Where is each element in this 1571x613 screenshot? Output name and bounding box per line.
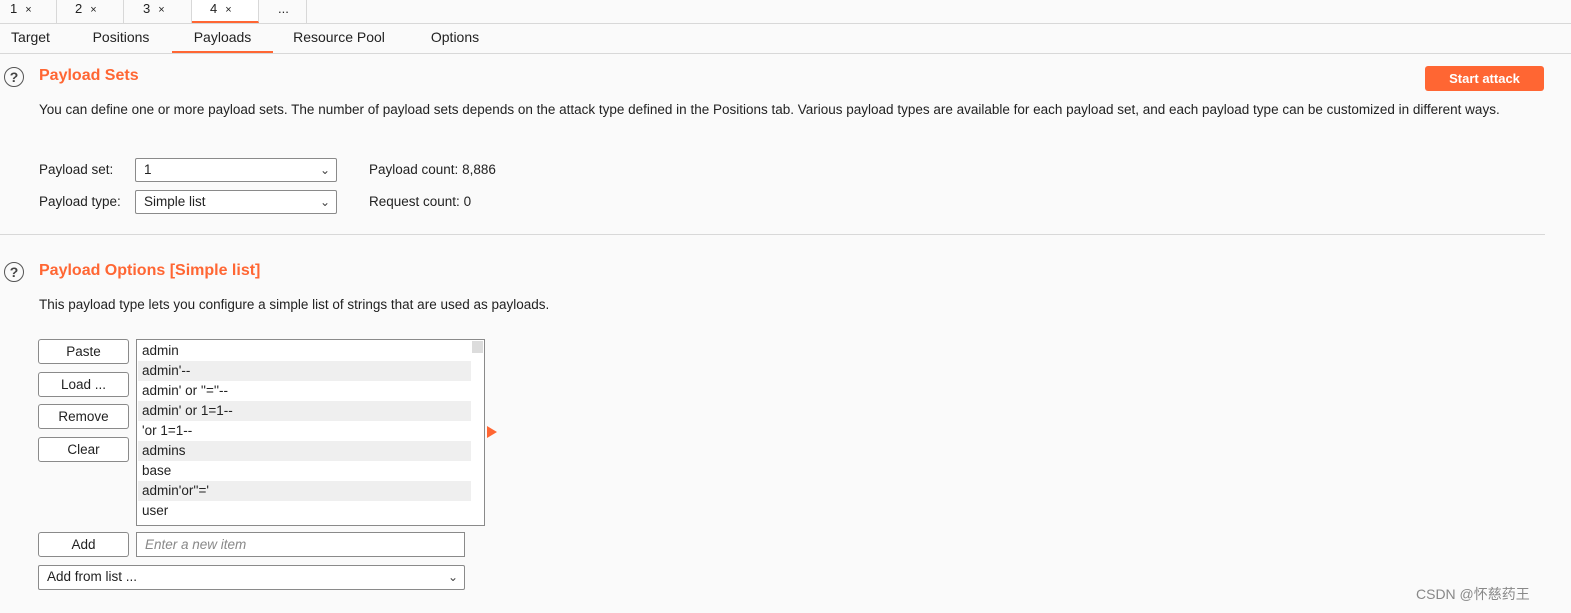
watermark: CSDN @怀慈药王 xyxy=(1416,586,1530,602)
attack-tab-label: ... xyxy=(278,1,289,16)
paste-button[interactable]: Paste xyxy=(38,339,129,364)
attack-tab-more[interactable]: ... xyxy=(259,0,307,23)
request-count-label: Request count: 0 xyxy=(369,194,471,209)
payload-type-select[interactable]: Simple list ⌄ xyxy=(135,190,337,214)
payload-sets-title: Payload Sets xyxy=(39,67,139,84)
clear-button[interactable]: Clear xyxy=(38,437,129,462)
expand-arrow-icon xyxy=(487,426,497,438)
question-circle-icon[interactable]: ? xyxy=(4,262,24,282)
attack-tab-label: 1 xyxy=(10,1,18,16)
list-scrollbar[interactable] xyxy=(471,340,484,525)
load-button[interactable]: Load ... xyxy=(38,372,129,397)
close-icon[interactable]: × xyxy=(225,4,231,16)
tab-target[interactable]: Target xyxy=(0,24,61,53)
attack-tab-label: 2 xyxy=(75,1,83,16)
tab-payloads[interactable]: Payloads xyxy=(172,24,273,53)
close-icon[interactable]: × xyxy=(90,4,96,16)
list-item[interactable]: admin'or''=' xyxy=(138,481,472,501)
list-item[interactable]: user xyxy=(138,501,472,521)
payload-set-label: Payload set: xyxy=(39,162,114,177)
attack-tab-4[interactable]: 4 × xyxy=(192,0,259,23)
tab-resource-pool[interactable]: Resource Pool xyxy=(281,24,397,53)
payload-options-description: This payload type lets you configure a s… xyxy=(39,297,550,312)
list-item[interactable]: admin xyxy=(138,341,472,361)
chevron-down-icon: ⌄ xyxy=(447,570,458,584)
list-item[interactable]: 'or 1=1-- xyxy=(138,421,472,441)
payload-type-value: Simple list xyxy=(144,194,206,209)
request-count-label-text: Request count: xyxy=(369,194,460,209)
add-from-list-value: Add from list ... xyxy=(47,569,138,584)
question-circle-icon[interactable]: ? xyxy=(4,67,24,87)
attack-tab-label: 4 xyxy=(210,1,218,16)
chevron-down-icon: ⌄ xyxy=(319,195,330,209)
payload-set-select[interactable]: 1 ⌄ xyxy=(135,158,337,182)
tab-positions[interactable]: Positions xyxy=(78,24,164,53)
list-item[interactable]: admins xyxy=(138,441,472,461)
payload-type-label: Payload type: xyxy=(39,194,121,209)
attack-tab-3[interactable]: 3 × xyxy=(124,0,192,23)
payload-sets-description: You can define one or more payload sets.… xyxy=(39,102,1500,117)
remove-button[interactable]: Remove xyxy=(38,404,129,429)
payload-set-value: 1 xyxy=(144,162,152,177)
list-item[interactable]: admin' or ''=''-- xyxy=(138,381,472,401)
request-count-value: 0 xyxy=(463,194,472,209)
chevron-down-icon: ⌄ xyxy=(319,163,330,177)
tab-options[interactable]: Options xyxy=(416,24,494,53)
attack-tab-bar: 1 × 2 × 3 × 4 × ... xyxy=(0,0,1571,24)
close-icon[interactable]: × xyxy=(25,4,31,16)
attack-tab-2[interactable]: 2 × xyxy=(57,0,124,23)
add-from-list-select[interactable]: Add from list ... ⌄ xyxy=(38,565,465,590)
list-item[interactable]: admin'-- xyxy=(138,361,472,381)
payload-count-label-text: Payload count: xyxy=(369,162,459,177)
payload-count-label: Payload count: 8,886 xyxy=(369,162,496,177)
list-item[interactable]: base xyxy=(138,461,472,481)
scrollbar-thumb[interactable] xyxy=(472,341,483,353)
intruder-tab-bar: Target Positions Payloads Resource Pool … xyxy=(0,24,1571,54)
new-item-input[interactable] xyxy=(136,532,465,557)
add-button[interactable]: Add xyxy=(38,532,129,557)
payload-list[interactable]: admin admin'-- admin' or ''=''-- admin' … xyxy=(136,339,485,526)
payload-count-value: 8,886 xyxy=(462,162,496,177)
section-divider xyxy=(0,234,1545,235)
attack-tab-label: 3 xyxy=(143,1,151,16)
close-icon[interactable]: × xyxy=(158,4,164,16)
list-item[interactable]: admin' or 1=1-- xyxy=(138,401,472,421)
attack-tab-1[interactable]: 1 × xyxy=(0,0,57,23)
payload-options-title: Payload Options [Simple list] xyxy=(39,262,261,279)
start-attack-button[interactable]: Start attack xyxy=(1425,66,1544,91)
